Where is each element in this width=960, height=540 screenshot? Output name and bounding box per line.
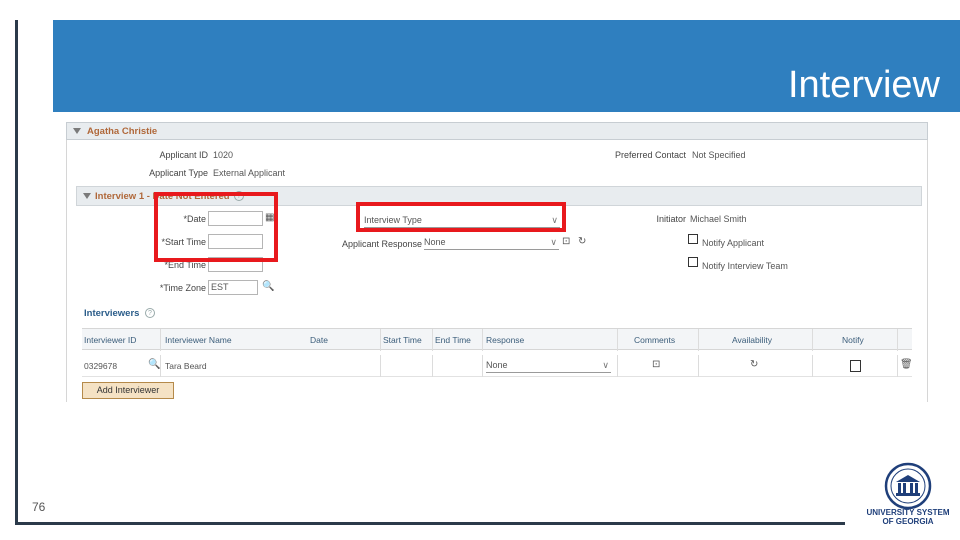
applicant-type-label: Applicant Type [149, 168, 208, 178]
column-divider [432, 329, 433, 351]
column-divider [698, 355, 699, 377]
collapse-triangle-icon[interactable] [83, 193, 91, 199]
notify-applicant-checkbox[interactable] [688, 234, 698, 244]
column-divider [812, 329, 813, 351]
column-divider [160, 329, 161, 351]
table-row: 0329678 🔍 Tara Beard None ∨ ⊡ ↻ 🗑 [82, 355, 913, 377]
comment-icon[interactable]: ⊡ [652, 359, 660, 370]
applicant-name: Agatha Christie [87, 126, 158, 137]
column-divider [698, 329, 699, 351]
highlight-date-time-box [154, 192, 278, 262]
preferred-contact-value: Not Specified [692, 150, 746, 160]
response-value: None [486, 360, 508, 370]
logo-line-2: OF GEORGIA [882, 517, 934, 526]
applicant-response-select[interactable]: None ∨ [424, 236, 559, 250]
notify-applicant-label: Notify Applicant [702, 238, 765, 248]
usg-logo-text: UNIVERSITY SYSTEM OF GEORGIA [858, 508, 958, 526]
col-comments[interactable]: Comments [634, 335, 675, 345]
chevron-down-icon: ∨ [550, 237, 557, 247]
applicant-response-label: Applicant Response [341, 239, 422, 249]
column-divider [812, 355, 813, 377]
column-divider [482, 355, 483, 377]
column-divider [432, 355, 433, 377]
applicant-section-header[interactable]: Agatha Christie [66, 122, 928, 140]
column-divider [617, 329, 618, 351]
refresh-icon[interactable]: ↻ [750, 359, 758, 370]
column-divider [617, 355, 618, 377]
initiator-value: Michael Smith [690, 214, 747, 224]
column-divider [380, 355, 381, 377]
col-response[interactable]: Response [486, 335, 524, 345]
column-divider [482, 329, 483, 351]
left-border-rule [15, 20, 18, 525]
initiator-label: Initiator [656, 214, 686, 224]
help-icon[interactable]: ? [145, 308, 155, 318]
peoplesoft-screenshot: Agatha Christie Applicant ID 1020 Applic… [66, 122, 930, 402]
col-availability[interactable]: Availability [732, 335, 772, 345]
col-end-time[interactable]: End Time [435, 335, 471, 345]
response-select[interactable]: None ∨ [486, 359, 611, 373]
column-divider [380, 329, 381, 351]
refresh-icon[interactable]: ↻ [578, 236, 586, 247]
lookup-search-icon[interactable]: 🔍 [262, 281, 274, 292]
notify-checkbox[interactable] [850, 360, 861, 372]
interviewer-name-cell: Tara Beard [165, 361, 207, 371]
col-start-time[interactable]: Start Time [383, 335, 422, 345]
notify-team-label: Notify Interview Team [702, 261, 788, 271]
col-notify[interactable]: Notify [842, 335, 864, 345]
bottom-border-rule [15, 522, 845, 525]
lookup-search-icon[interactable]: 🔍 [148, 359, 160, 370]
applicant-response-value: None [424, 237, 446, 247]
slide-title: Interview [787, 64, 940, 106]
column-divider [897, 329, 898, 351]
logo-line-1: UNIVERSITY SYSTEM [866, 508, 950, 517]
col-interviewer-name[interactable]: Interviewer Name [165, 335, 232, 345]
applicant-id-label: Applicant ID [159, 150, 208, 160]
preferred-contact-label: Preferred Contact [614, 150, 686, 160]
col-interviewer-id[interactable]: Interviewer ID [84, 335, 136, 345]
interviewer-id-cell[interactable]: 0329678 [84, 361, 117, 371]
time-zone-label: *Time Zone [159, 283, 206, 293]
column-divider [897, 355, 898, 377]
applicant-type-value: External Applicant [213, 168, 286, 178]
interviewers-grid-header: Interviewer ID Interviewer Name Date Sta… [82, 328, 912, 351]
comment-icon[interactable]: ⊡ [562, 236, 570, 247]
collapse-triangle-icon[interactable] [73, 128, 81, 134]
page-number: 76 [32, 500, 46, 514]
column-divider [160, 355, 161, 377]
applicant-id-value: 1020 [213, 150, 234, 160]
time-zone-input[interactable]: EST [208, 280, 258, 295]
delete-trash-icon[interactable]: 🗑 [900, 359, 913, 370]
notify-team-checkbox[interactable] [688, 257, 698, 267]
col-date[interactable]: Date [310, 335, 328, 345]
add-interviewer-button[interactable]: Add Interviewer [82, 382, 174, 399]
highlight-interview-type-box [356, 202, 566, 232]
interviewers-title: Interviewers [84, 308, 140, 319]
header-band: Interview [53, 20, 960, 112]
chevron-down-icon: ∨ [602, 360, 609, 370]
